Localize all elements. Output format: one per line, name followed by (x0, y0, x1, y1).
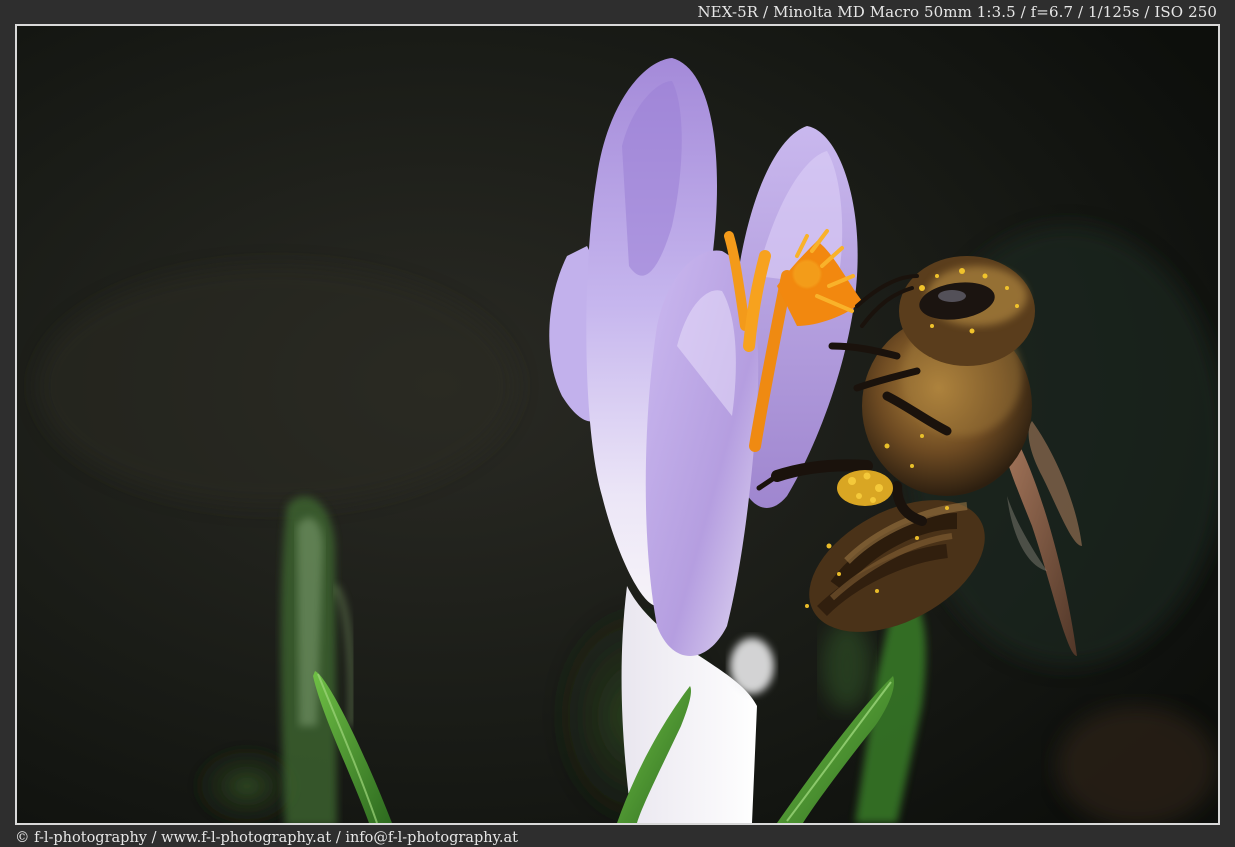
photo-page: NEX-5R / Minolta MD Macro 50mm 1:3.5 / f… (0, 0, 1235, 847)
bee-on-crocus-photo (17, 26, 1218, 823)
photo-frame (15, 24, 1220, 825)
exif-caption: NEX-5R / Minolta MD Macro 50mm 1:3.5 / f… (697, 3, 1217, 21)
credits-footer: © f-l-photography / www.f-l-photography.… (15, 830, 518, 846)
